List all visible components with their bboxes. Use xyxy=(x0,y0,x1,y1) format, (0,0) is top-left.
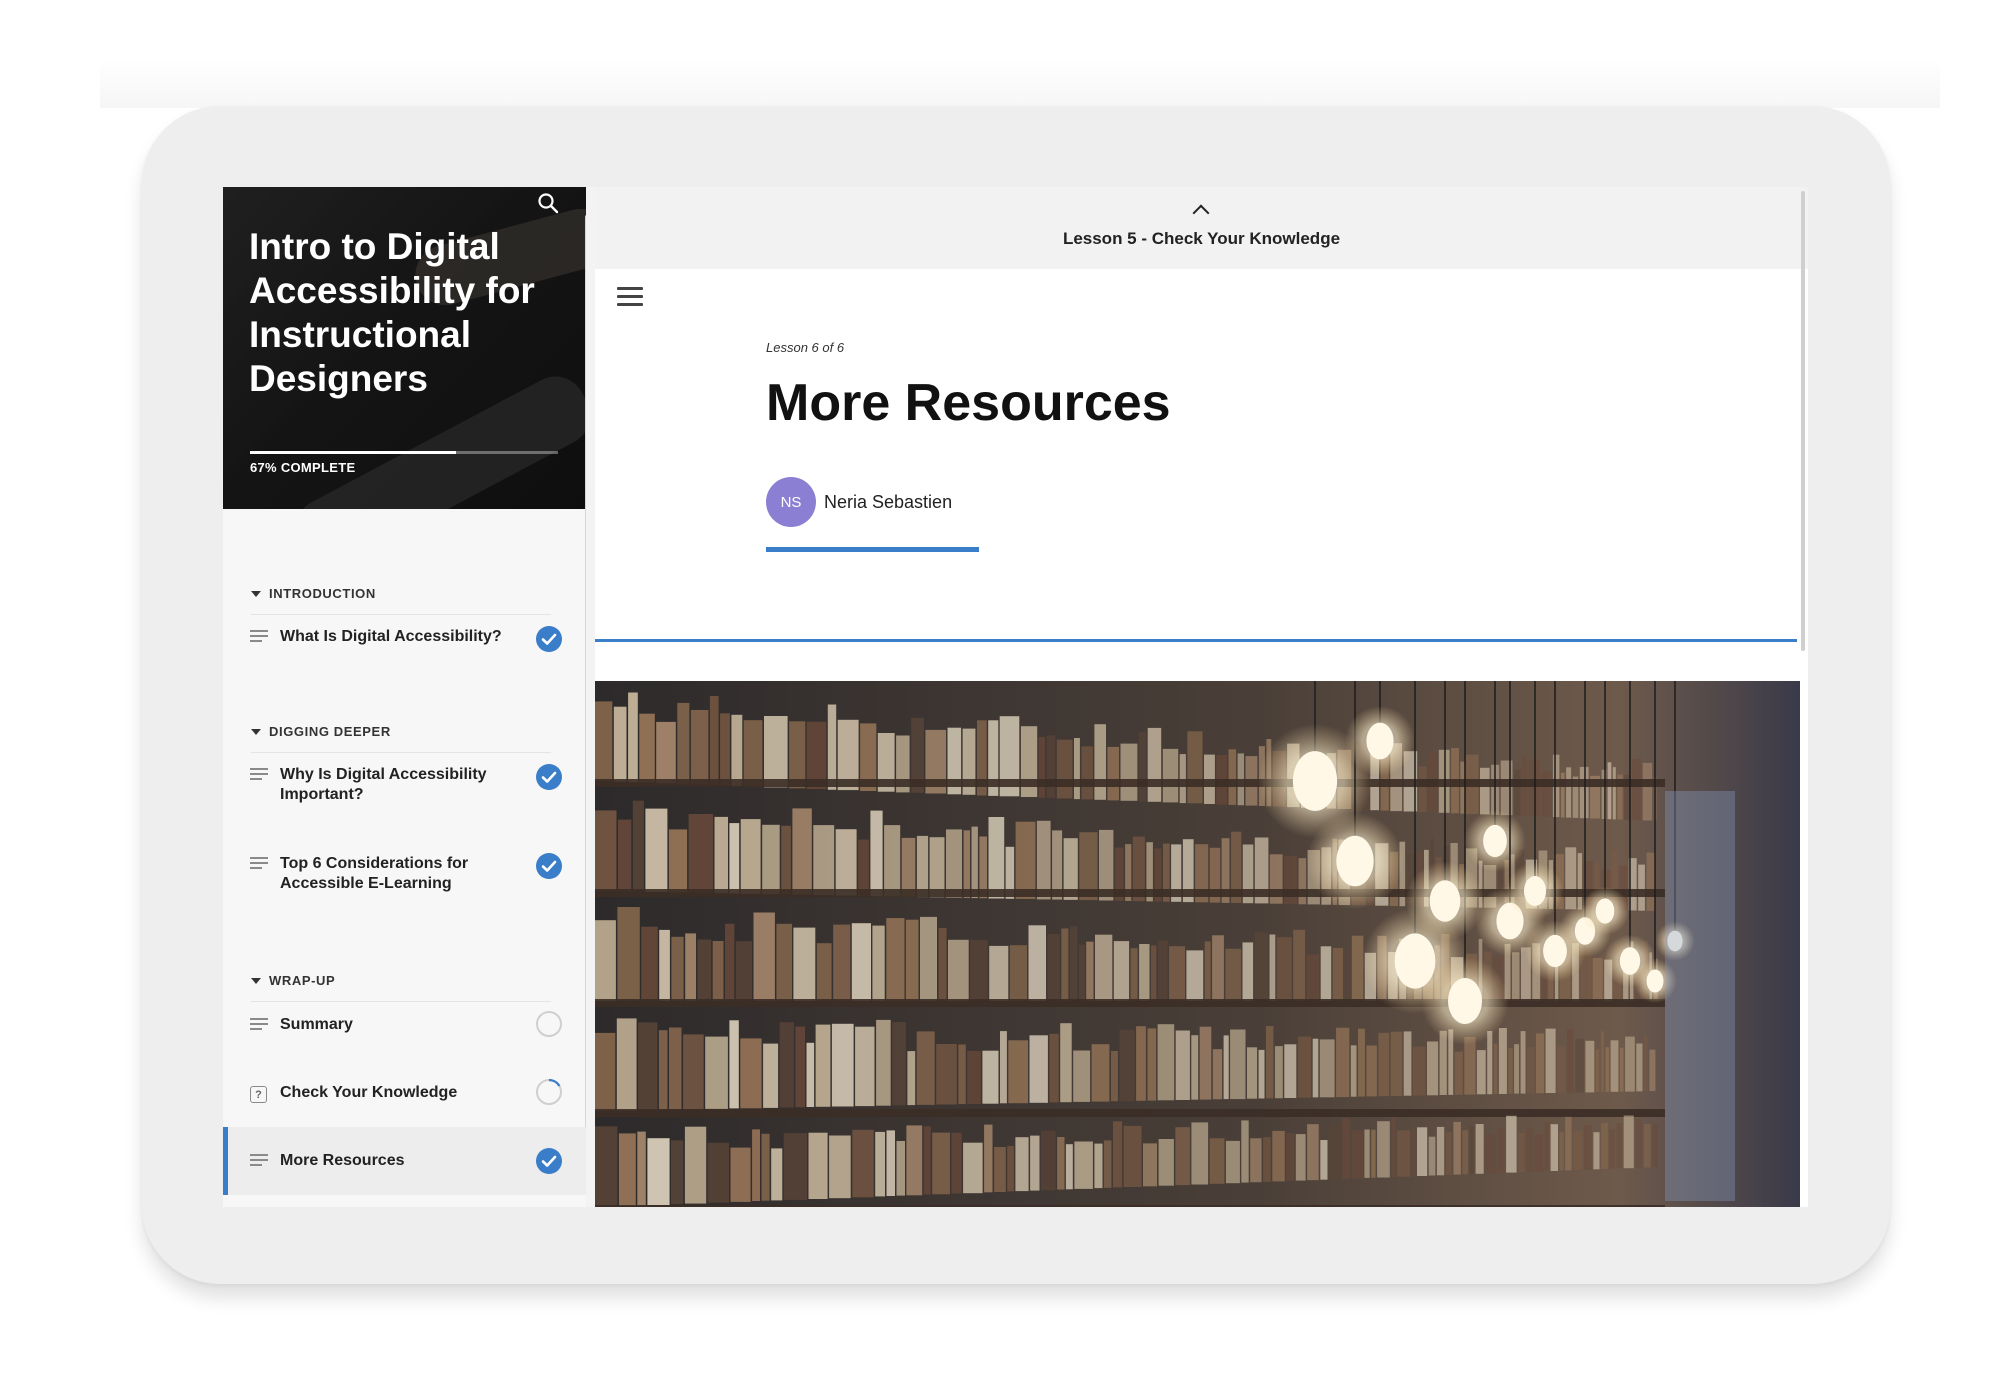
section-header-wrap-up[interactable]: WRAP-UP xyxy=(251,960,551,1002)
menu-icon[interactable] xyxy=(617,287,643,309)
header-divider xyxy=(595,639,1797,642)
caret-down-icon xyxy=(251,977,261,984)
lesson-item-check-your-knowledge[interactable]: ? Check Your Knowledge xyxy=(223,1078,586,1105)
lines-icon xyxy=(250,630,272,644)
lesson-label: Why Is Digital Accessibility Important? xyxy=(280,766,487,803)
section-label: DIGGING DEEPER xyxy=(269,724,391,739)
course-hero: Intro to Digital Accessibility for Instr… xyxy=(223,187,586,509)
section-label: WRAP-UP xyxy=(269,973,336,988)
lines-icon xyxy=(250,768,272,782)
lines-icon xyxy=(250,1154,272,1168)
question-box-icon: ? xyxy=(250,1086,272,1103)
section-header-digging-deeper[interactable]: DIGGING DEEPER xyxy=(251,711,551,753)
check-circle-icon xyxy=(535,763,563,791)
previous-lesson-link[interactable]: Lesson 5 - Check Your Knowledge xyxy=(595,187,1808,269)
chevron-up-icon xyxy=(1192,204,1210,222)
tablet-screen: Intro to Digital Accessibility for Instr… xyxy=(223,187,1808,1207)
caret-down-icon xyxy=(251,728,261,735)
lesson-label: What Is Digital Accessibility? xyxy=(280,628,502,645)
previous-lesson-label: Lesson 5 - Check Your Knowledge xyxy=(1062,229,1341,248)
search-icon[interactable] xyxy=(534,189,562,217)
lesson-item-why-is-digital-accessibility-important[interactable]: Why Is Digital Accessibility Important? xyxy=(223,763,586,805)
caret-down-icon xyxy=(251,590,261,597)
lesson-item-summary[interactable]: Summary xyxy=(223,1011,586,1037)
course-progress-bar xyxy=(250,451,558,454)
lesson-label: Top 6 Considerations for Accessible E-Le… xyxy=(280,855,469,892)
lesson-count: Lesson 6 of 6 xyxy=(766,340,845,355)
check-circle-icon xyxy=(535,625,563,653)
lesson-title: More Resources xyxy=(766,374,1171,432)
course-progress-label: 67% COMPLETE xyxy=(250,460,356,475)
lesson-content: Lesson 5 - Check Your Knowledge Lesson 6… xyxy=(595,187,1808,1207)
partial-progress-circle-icon xyxy=(535,1078,563,1106)
author-name: Neria Sebastien xyxy=(824,491,953,512)
course-title: Intro to Digital Accessibility for Instr… xyxy=(249,226,535,399)
title-underline xyxy=(766,547,979,552)
lesson-label: Summary xyxy=(280,1016,353,1033)
backdrop-haze xyxy=(100,58,1940,108)
sidebar-scrollbar[interactable] xyxy=(585,215,586,1135)
lesson-item-what-is-digital-accessibility[interactable]: What Is Digital Accessibility? xyxy=(223,626,586,652)
section-header-introduction[interactable]: INTRODUCTION xyxy=(251,573,551,615)
course-sidebar: Intro to Digital Accessibility for Instr… xyxy=(223,187,586,1207)
author-byline: NS Neria Sebastien xyxy=(766,477,952,527)
content-scrollbar[interactable] xyxy=(1801,191,1805,651)
lines-icon xyxy=(250,1018,272,1032)
lesson-label: Check Your Knowledge xyxy=(280,1084,458,1101)
course-progress-fill xyxy=(250,451,457,454)
lines-icon xyxy=(250,857,272,871)
empty-circle-icon xyxy=(535,1010,563,1038)
library-bookshelf-image xyxy=(595,681,1800,1207)
check-circle-icon xyxy=(535,1147,563,1175)
lesson-label: More Resources xyxy=(280,1152,405,1169)
lesson-item-top-6-considerations[interactable]: Top 6 Considerations for Accessible E-Le… xyxy=(223,852,586,894)
section-label: INTRODUCTION xyxy=(269,586,376,601)
avatar: NS xyxy=(766,477,816,527)
check-circle-icon xyxy=(535,852,563,880)
lesson-item-more-resources[interactable]: More Resources xyxy=(223,1127,586,1195)
